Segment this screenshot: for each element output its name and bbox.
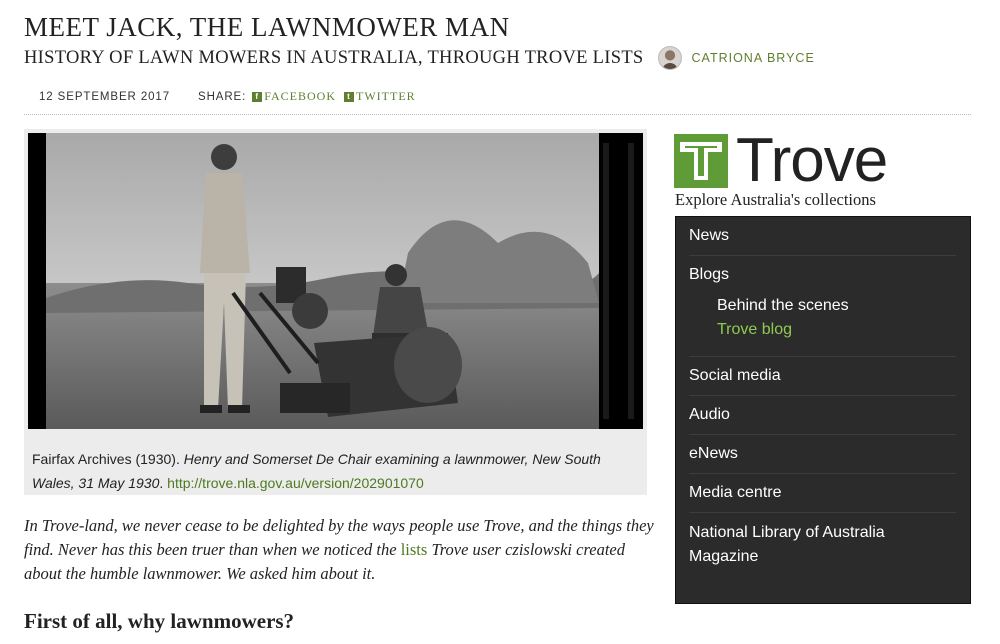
share-twitter-label: TWITTER [356, 89, 416, 103]
facebook-icon: f [252, 91, 263, 102]
share-facebook-link[interactable]: f FACEBOOK [252, 89, 336, 104]
intro-paragraph: In Trove-land, we never cease to be deli… [24, 514, 654, 586]
nav-item-audio[interactable]: Audio [689, 396, 956, 435]
article-meta: 12 SEPTEMBER 2017 SHARE: f FACEBOOK t TW… [39, 89, 416, 104]
caption-separator: . [159, 475, 168, 491]
share-label: SHARE: [198, 90, 247, 103]
share-facebook-label: FACEBOOK [264, 89, 337, 103]
figure-photo[interactable] [28, 133, 643, 429]
nav-item-nla-magazine[interactable]: National Library of Australia Magazine [689, 513, 956, 579]
twitter-icon: t [344, 91, 355, 102]
header-divider [24, 114, 971, 115]
nav-item-enews[interactable]: eNews [689, 435, 956, 474]
figure-caption: Fairfax Archives (1930). Henry and Somer… [32, 447, 637, 495]
trove-logo-text: Trove [736, 126, 888, 195]
section-heading: First of all, why lawnmowers? [24, 609, 295, 633]
trove-tagline: Explore Australia's collections [675, 190, 876, 209]
nav-group-blogs: Blogs Behind the scenes Trove blog [689, 256, 956, 357]
author-link[interactable]: CATRIONA BRYCE [692, 51, 815, 65]
nav-item-blogs[interactable]: Blogs [689, 266, 956, 284]
nav-item-social-media[interactable]: Social media [689, 357, 956, 396]
publish-date: 12 SEPTEMBER 2017 [39, 90, 170, 103]
nav-item-trove-blog[interactable]: Trove blog [689, 318, 956, 342]
trove-logo[interactable]: Trove [674, 126, 888, 195]
share-twitter-link[interactable]: t TWITTER [344, 89, 416, 104]
nav-item-behind-the-scenes[interactable]: Behind the scenes [689, 294, 956, 318]
lists-link[interactable]: lists [401, 540, 428, 559]
nav-item-news[interactable]: News [689, 217, 956, 256]
nav-item-media-centre[interactable]: Media centre [689, 474, 956, 513]
article-figure: Fairfax Archives (1930). Henry and Somer… [24, 129, 647, 495]
subtitle-row: HISTORY OF LAWN MOWERS IN AUSTRALIA, THR… [24, 46, 815, 70]
sidebar-nav: News Blogs Behind the scenes Trove blog … [675, 216, 971, 604]
caption-source: Fairfax Archives (1930). [32, 451, 184, 467]
page-title: MEET JACK, THE LAWNMOWER MAN [24, 12, 510, 42]
page-subtitle: HISTORY OF LAWN MOWERS IN AUSTRALIA, THR… [24, 47, 644, 68]
author-avatar[interactable] [657, 46, 682, 70]
trove-logo-icon [674, 134, 728, 188]
caption-link[interactable]: http://trove.nla.gov.au/version/20290107… [167, 475, 424, 491]
